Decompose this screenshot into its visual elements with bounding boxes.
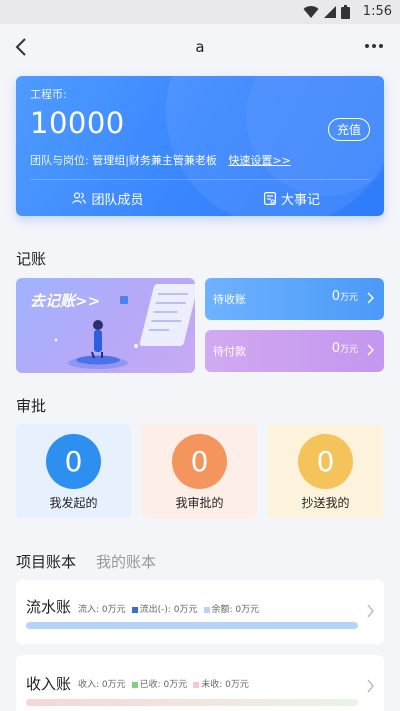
income-metrics: 收入: 0万元 已收: 0万元 未收: 0万元: [78, 677, 249, 690]
outflow-metric: 流出(-): 0万元: [139, 605, 198, 615]
payable-label: 待付款: [213, 345, 246, 358]
team-icon: [72, 192, 87, 204]
to-review-label: 我审批的: [175, 496, 224, 510]
nav-bar: a: [0, 24, 400, 70]
team-members-label: 团队成员: [91, 192, 144, 208]
received-metric-wrap: 已收: 0万元: [131, 677, 188, 690]
cashflow-progress-bar: [26, 622, 358, 629]
card-divider: [30, 179, 370, 180]
status-bar: 1:56: [0, 0, 400, 24]
payable-amount: 0万元: [331, 341, 358, 356]
to-review-count: 0: [172, 434, 227, 489]
page-title: a: [195, 38, 205, 56]
income-name: 收入账: [26, 675, 72, 693]
events-label: 大事记: [280, 192, 320, 208]
income-metric: 收入: 0万元: [78, 680, 126, 690]
cashflow-account-card[interactable]: 流水账 流入: 0万元 流出(-): 0万元 余额: 0万元: [16, 580, 384, 644]
receivable-tile[interactable]: 待收账 0万元: [205, 278, 384, 320]
cc-label: 抄送我的: [301, 496, 350, 510]
approval-to-review-card[interactable]: 0 我审批的: [142, 424, 257, 518]
team-position-line: 团队与岗位: 管理组|财务兼主管兼老板 快速设置>>: [30, 152, 291, 168]
coin-label: 工程币:: [30, 88, 67, 101]
battery-icon: [341, 5, 350, 19]
tab-my-ledger[interactable]: 我的账本: [96, 551, 156, 572]
chevron-right-icon: [367, 679, 374, 693]
outflow-metric-wrap: 流出(-): 0万元: [131, 602, 198, 615]
balance-legend-square: [203, 606, 210, 613]
cc-count: 0: [298, 434, 353, 489]
coin-value: 10000: [30, 106, 125, 140]
recharge-button[interactable]: 充值: [327, 118, 370, 141]
outflow-legend-square: [131, 606, 138, 613]
chevron-right-icon: [367, 292, 374, 304]
received-legend-square: [131, 681, 138, 688]
approval-cc-card[interactable]: 0 抄送我的: [268, 424, 383, 518]
ledger-tabs: 项目账本 我的账本: [16, 551, 156, 572]
unreceived-metric-wrap: 未收: 0万元: [193, 677, 249, 690]
approval-initiated-card[interactable]: 0 我发起的: [16, 424, 131, 518]
card-actions: 团队成员 大事记: [16, 186, 384, 210]
cashflow-name: 流水账: [26, 598, 72, 616]
unreceived-legend-square: [193, 681, 200, 688]
quick-setup-link[interactable]: 快速设置>>: [228, 154, 290, 167]
payable-tile[interactable]: 待付款 0万元: [205, 330, 384, 372]
balance-metric-wrap: 余额: 0万元: [203, 602, 260, 615]
income-progress-bar: [26, 699, 358, 706]
unreceived-metric: 未收: 0万元: [201, 680, 249, 690]
chevron-right-icon: [367, 344, 374, 356]
status-time: 1:56: [362, 4, 392, 19]
tab-project-ledger[interactable]: 项目账本: [16, 551, 76, 572]
approval-section-title: 审批: [16, 397, 47, 415]
wifi-icon: [303, 6, 319, 19]
receivable-amount: 0万元: [331, 289, 358, 304]
go-ledger-label: 去记账>>: [30, 292, 101, 310]
team-value: 管理组|财务兼主管兼老板: [92, 154, 217, 167]
initiated-count: 0: [46, 434, 101, 489]
team-members-button[interactable]: 团队成员: [16, 186, 200, 210]
go-ledger-tile[interactable]: 去记账>>: [16, 278, 195, 373]
initiated-label: 我发起的: [49, 496, 98, 510]
balance-metric: 余额: 0万元: [211, 605, 260, 615]
inflow-metric: 流入: 0万元: [78, 605, 126, 615]
team-label: 团队与岗位:: [30, 154, 89, 167]
received-metric: 已收: 0万元: [139, 680, 188, 690]
ledger-section-title: 记账: [16, 250, 47, 268]
income-account-card[interactable]: 收入账 收入: 0万元 已收: 0万元 未收: 0万元: [16, 655, 384, 711]
receivable-label: 待收账: [213, 293, 246, 306]
signal-icon: [324, 6, 336, 18]
more-menu-icon[interactable]: [362, 36, 386, 56]
chevron-right-icon: [367, 604, 374, 618]
status-icons: [303, 5, 350, 19]
event-icon: [263, 191, 276, 205]
cashflow-metrics: 流入: 0万元 流出(-): 0万元 余额: 0万元: [78, 602, 259, 615]
events-button[interactable]: 大事记: [200, 186, 384, 210]
coin-card: 工程币: 10000 充值 团队与岗位: 管理组|财务兼主管兼老板 快速设置>>…: [16, 76, 384, 216]
